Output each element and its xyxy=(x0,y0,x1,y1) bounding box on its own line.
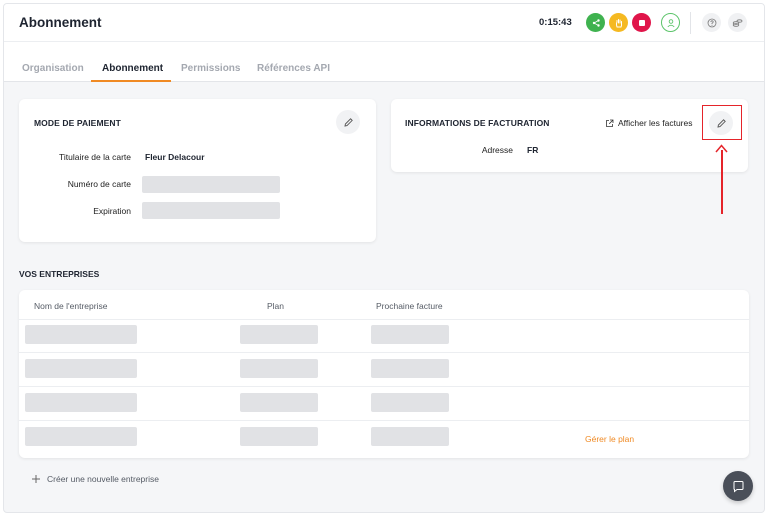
coins-icon xyxy=(732,18,743,27)
company-name-redacted xyxy=(25,427,137,446)
billing-info-card: INFORMATIONS DE FACTURATION Afficher les… xyxy=(391,99,748,172)
app-window: Abonnement 0:15:43 Organisation Abonneme… xyxy=(3,3,765,513)
active-tab-indicator xyxy=(91,80,171,82)
payment-method-card: MODE DE PAIEMENT Titulaire de la carte F… xyxy=(19,99,376,242)
help-button[interactable] xyxy=(702,13,721,32)
row-divider xyxy=(19,352,749,353)
column-header-next-invoice: Prochaine facture xyxy=(376,301,443,311)
user-icon xyxy=(666,18,675,27)
column-header-plan: Plan xyxy=(267,301,285,311)
company-name-redacted xyxy=(25,325,137,344)
tab-bar: Organisation Abonnement Permissions Réfé… xyxy=(4,42,764,82)
plan-redacted xyxy=(240,393,318,412)
plan-redacted xyxy=(240,325,318,344)
expiration-value-redacted xyxy=(142,202,280,219)
next-invoice-redacted xyxy=(371,393,449,412)
tab-abonnement[interactable]: Abonnement xyxy=(102,63,163,74)
external-link-icon xyxy=(606,119,614,127)
row-divider xyxy=(19,319,749,320)
chat-support-button[interactable] xyxy=(723,471,753,501)
plan-redacted xyxy=(240,427,318,446)
share-icon xyxy=(592,18,600,27)
plan-redacted xyxy=(240,359,318,378)
toolbar-divider xyxy=(690,12,691,34)
help-icon xyxy=(707,18,716,27)
card-number-value-redacted xyxy=(142,176,280,193)
session-timer: 0:15:43 xyxy=(539,17,572,28)
next-invoice-redacted xyxy=(371,359,449,378)
card-number-label: Numéro de carte xyxy=(67,179,131,189)
manage-plan-link[interactable]: Gérer le plan xyxy=(585,434,634,444)
next-invoice-redacted xyxy=(371,427,449,446)
view-invoices-link[interactable]: Afficher les factures xyxy=(605,118,693,128)
card-holder-label: Titulaire de la carte xyxy=(59,152,131,162)
credits-button[interactable] xyxy=(728,13,747,32)
expiration-label: Expiration xyxy=(93,206,131,216)
annotation-arrow-line xyxy=(721,150,723,214)
top-bar: Abonnement 0:15:43 xyxy=(4,4,764,42)
payment-method-title: MODE DE PAIEMENT xyxy=(34,118,121,128)
card-holder-value: Fleur Delacour xyxy=(145,152,205,162)
hand-icon xyxy=(615,18,622,27)
row-divider xyxy=(19,420,749,421)
share-button[interactable] xyxy=(586,13,605,32)
tab-api-references[interactable]: Références API xyxy=(257,63,330,74)
stop-icon xyxy=(638,19,645,26)
row-divider xyxy=(19,386,749,387)
tab-permissions[interactable]: Permissions xyxy=(181,63,240,74)
company-name-redacted xyxy=(25,393,137,412)
next-invoice-redacted xyxy=(371,325,449,344)
column-header-company: Nom de l'entreprise xyxy=(34,301,108,311)
create-company-button[interactable]: Créer une nouvelle entreprise xyxy=(31,474,159,484)
annotation-highlight-box xyxy=(702,105,742,140)
pencil-icon xyxy=(343,117,353,127)
billing-info-title: INFORMATIONS DE FACTURATION xyxy=(405,118,550,128)
raise-hand-button[interactable] xyxy=(609,13,628,32)
stop-button[interactable] xyxy=(632,13,651,32)
chat-icon xyxy=(733,480,743,493)
tab-organisation[interactable]: Organisation xyxy=(22,63,84,74)
address-value: FR xyxy=(527,145,539,155)
plus-icon xyxy=(32,475,40,483)
edit-payment-button[interactable] xyxy=(336,110,360,134)
company-name-redacted xyxy=(25,359,137,378)
create-company-label: Créer une nouvelle entreprise xyxy=(47,474,159,484)
companies-section-title: VOS ENTREPRISES xyxy=(19,269,100,279)
user-button[interactable] xyxy=(661,13,680,32)
page-title: Abonnement xyxy=(19,15,102,30)
view-invoices-label: Afficher les factures xyxy=(618,118,693,128)
address-label: Adresse xyxy=(481,145,513,155)
